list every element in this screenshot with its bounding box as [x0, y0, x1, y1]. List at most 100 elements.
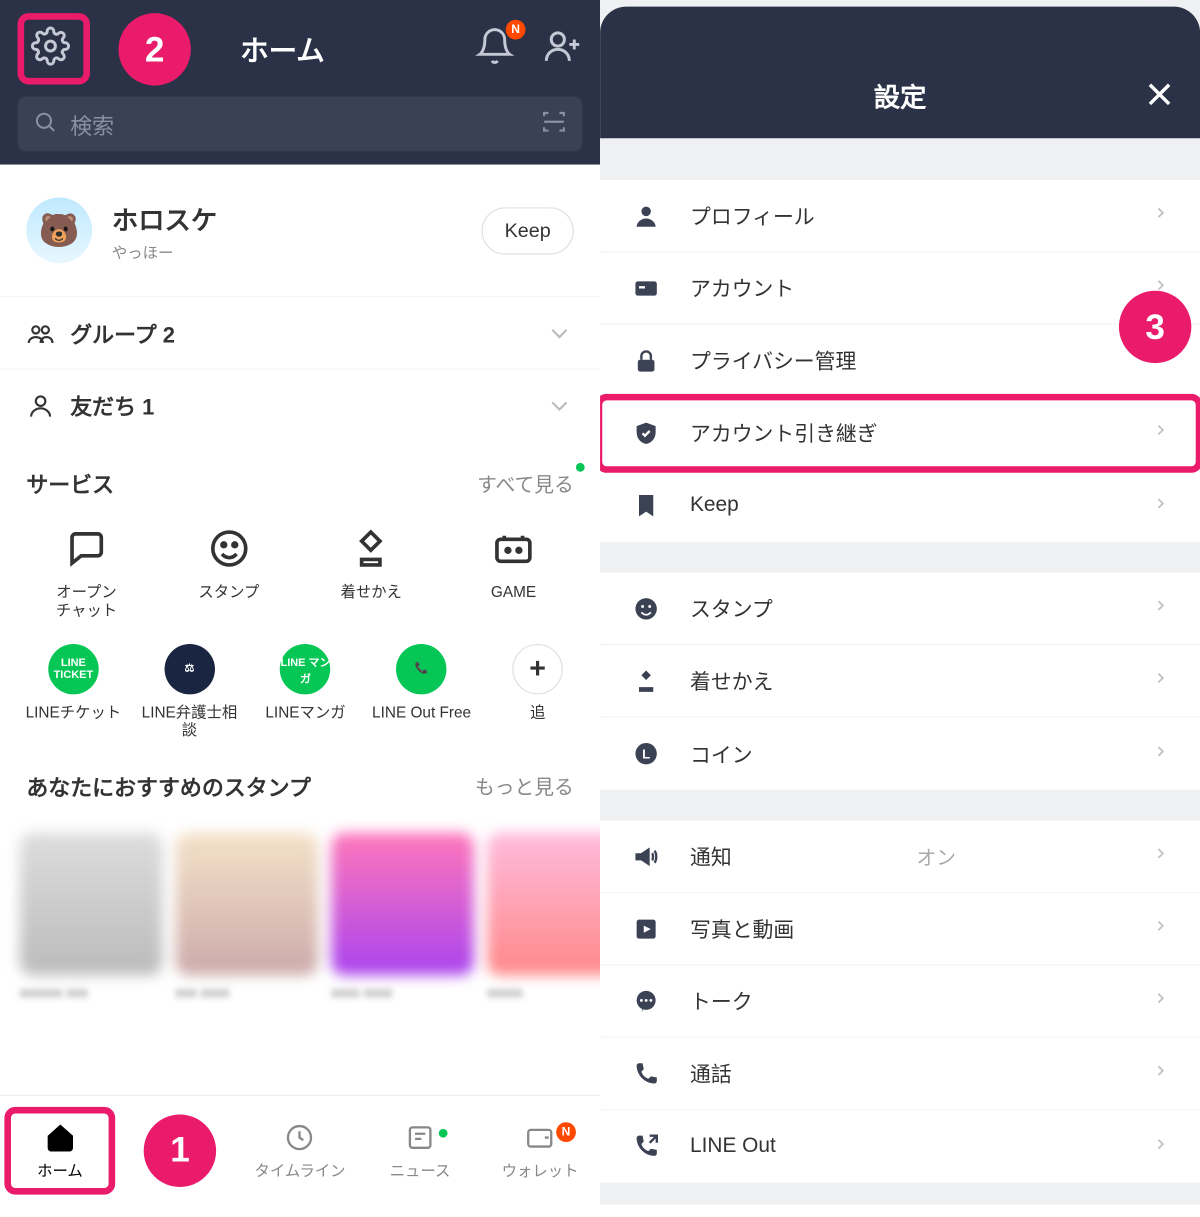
service-item[interactable]: +追: [484, 643, 591, 739]
shield-icon: [626, 419, 665, 448]
add-friend-icon[interactable]: [543, 26, 582, 71]
settings-row-bookmark[interactable]: Keep: [600, 470, 1200, 542]
page-title: ホーム: [240, 28, 325, 69]
keep-button[interactable]: Keep: [482, 207, 574, 254]
service-item[interactable]: ⚖LINE弁護士相談: [136, 643, 243, 739]
service-pill-icon: +: [512, 643, 562, 693]
chevron-right-icon: [1152, 669, 1170, 692]
settings-row-coin[interactable]: L コイン: [600, 717, 1200, 789]
tab-label: ホーム: [11, 1159, 109, 1181]
settings-row-label: トーク: [690, 986, 753, 1016]
callout-2: 2: [118, 13, 190, 85]
svg-text:L: L: [642, 746, 650, 761]
lock-icon: [626, 346, 665, 375]
service-pill-icon: 📞: [396, 643, 446, 693]
settings-row-shield[interactable]: アカウント引き継ぎ: [600, 397, 1200, 469]
chevron-right-icon: [1152, 989, 1170, 1012]
service-label: 着せかえ: [304, 583, 438, 601]
gear-icon[interactable]: [31, 26, 70, 71]
settings-button-highlight: [18, 13, 90, 84]
see-all-link[interactable]: すべて見る: [477, 469, 574, 498]
services-title: サービス: [26, 467, 114, 499]
chat-icon: [626, 987, 665, 1016]
profile-row[interactable]: 🐻 ホロスケ やっほー Keep: [0, 165, 600, 297]
service-pill-icon: LINE マンガ: [280, 643, 330, 693]
avatar: 🐻: [26, 197, 92, 263]
service-icon: [488, 523, 538, 573]
settings-title: 設定: [874, 76, 927, 114]
service-label: スタンプ: [162, 583, 296, 601]
coin-icon: L: [626, 739, 665, 768]
settings-row-label: スタンプ: [690, 593, 773, 623]
settings-row-smile[interactable]: スタンプ: [600, 573, 1200, 645]
brush-icon: [626, 666, 665, 695]
settings-row-chat[interactable]: トーク: [600, 965, 1200, 1037]
service-item[interactable]: スタンプ: [162, 523, 296, 619]
tab-home[interactable]: ホーム: [4, 1106, 115, 1194]
settings-row-play[interactable]: 写真と動画: [600, 893, 1200, 965]
callout-3: 3: [1119, 291, 1191, 363]
settings-row-label: アカウント: [690, 273, 794, 303]
chevron-right-icon: [1152, 597, 1170, 620]
phone-icon: [626, 1059, 665, 1088]
service-label: LINE Out Free: [368, 703, 475, 721]
settings-row-label: 写真と動画: [690, 914, 794, 944]
service-pill-icon: LINE TICKET: [48, 643, 98, 693]
home-pane: 2 ホーム 検索: [0, 0, 600, 1205]
tab-timeline[interactable]: タイムライン: [240, 1119, 360, 1180]
service-item[interactable]: LINE TICKET LINEチケット: [20, 643, 127, 739]
search-input[interactable]: 検索: [18, 97, 583, 152]
settings-row-brush[interactable]: 着せかえ: [600, 645, 1200, 717]
chevron-right-icon: [1152, 494, 1170, 517]
settings-row-value: オン: [917, 842, 956, 871]
settings-row-phoneout[interactable]: LINE Out: [600, 1110, 1200, 1182]
settings-header: 設定: [600, 7, 1200, 139]
chevron-right-icon: [1152, 742, 1170, 765]
groups-label: グループ 2: [70, 317, 175, 349]
friends-label: 友だち 1: [70, 389, 154, 421]
notifications-icon[interactable]: [475, 26, 514, 71]
tab-label: ニュース: [360, 1159, 480, 1181]
speaker-icon: [626, 842, 665, 871]
chevron-right-icon: [1152, 1135, 1170, 1158]
chevron-right-icon: [1152, 204, 1170, 227]
tab-news[interactable]: ニュース: [360, 1119, 480, 1180]
settings-row-person[interactable]: プロフィール: [600, 180, 1200, 252]
service-label: 追: [484, 703, 591, 721]
settings-row-label: Keep: [690, 494, 739, 518]
service-label: LINEチケット: [20, 703, 127, 721]
settings-row-idcard[interactable]: アカウント: [600, 252, 1200, 324]
settings-row-phone[interactable]: 通話: [600, 1038, 1200, 1110]
phoneout-icon: [626, 1132, 665, 1161]
chevron-right-icon: [1152, 845, 1170, 868]
friends-row[interactable]: 友だち 1: [0, 369, 600, 441]
settings-row-label: LINE Out: [690, 1134, 776, 1158]
settings-row-label: コイン: [690, 739, 753, 769]
settings-row-label: プロフィール: [690, 201, 815, 231]
play-icon: [626, 914, 665, 943]
search-icon: [33, 109, 57, 139]
callout-1: 1: [144, 1114, 216, 1186]
tab-label: タイムライン: [240, 1159, 360, 1181]
tab-wallet[interactable]: ウォレット: [480, 1119, 600, 1180]
settings-pane: 3 設定 プロフィールアカウントプライバシー管理アカウント引き継ぎ Keep スタン…: [600, 0, 1200, 1205]
chevron-down-icon: [545, 391, 574, 420]
close-icon[interactable]: [1143, 78, 1176, 116]
service-item[interactable]: 着せかえ: [304, 523, 438, 619]
scan-icon[interactable]: [541, 108, 567, 140]
more-link[interactable]: もっと見る: [475, 772, 574, 801]
service-label: オープンチャット: [20, 583, 154, 620]
groups-row[interactable]: グループ 2: [0, 296, 600, 368]
settings-row-label: 通知: [690, 841, 732, 871]
service-item[interactable]: GAME: [447, 523, 581, 619]
service-icon: [346, 523, 396, 573]
service-item[interactable]: オープンチャット: [20, 523, 154, 619]
service-item[interactable]: LINE マンガLINEマンガ: [252, 643, 359, 739]
settings-row-label: アカウント引き継ぎ: [690, 418, 878, 448]
settings-row-speaker[interactable]: 通知 オン: [600, 821, 1200, 893]
service-item[interactable]: 📞 LINE Out Free: [368, 643, 475, 739]
service-icon: [61, 523, 111, 573]
stamp-strip[interactable]: xxxxxx xxx xxx xxxx xxxx xxxx xxxxx: [0, 811, 600, 1044]
settings-row-label: プライバシー管理: [690, 346, 856, 376]
settings-row-lock[interactable]: プライバシー管理: [600, 325, 1200, 397]
